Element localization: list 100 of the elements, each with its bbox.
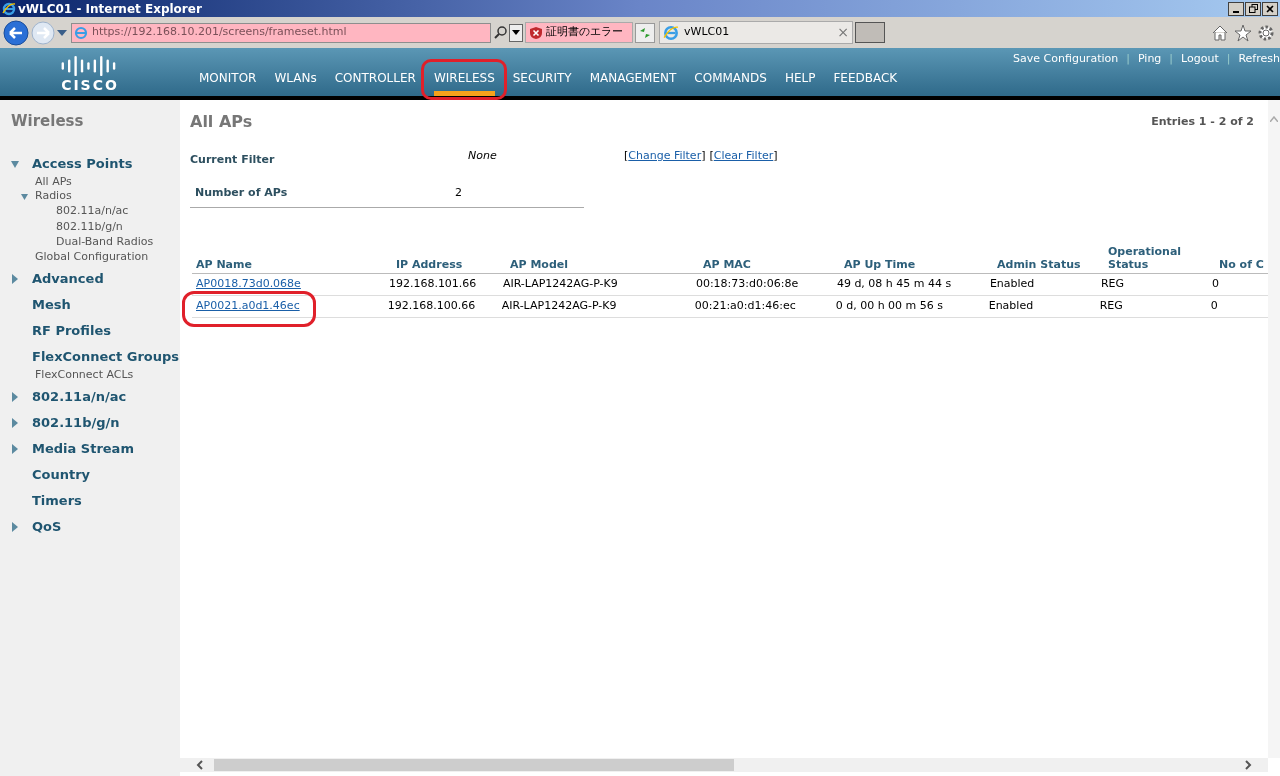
sidebar-subitem[interactable]: 802.11a/n/ac	[56, 203, 129, 220]
home-icon[interactable]	[1211, 23, 1229, 42]
sidebar-subitem[interactable]: Dual-Band Radios	[56, 234, 154, 251]
nav-tab[interactable]: CONTROLLER	[325, 71, 425, 96]
table-cell-text: REG	[1099, 276, 1125, 293]
filter-link[interactable]: Change Filter	[628, 148, 702, 165]
nav-tab[interactable]: WIRELESS	[424, 71, 504, 96]
column-header: AP MAC	[702, 258, 752, 273]
horizontal-scrollbar[interactable]	[180, 758, 1268, 772]
table-cell-text: 192.168.100.66	[386, 298, 477, 315]
header-link[interactable]: Refresh	[1238, 51, 1280, 68]
scroll-up-icon[interactable]	[1270, 116, 1278, 122]
new-tab-button[interactable]	[855, 22, 885, 43]
address-dropdown[interactable]	[509, 23, 523, 42]
link-separator: |	[1169, 51, 1174, 67]
logo-text: CISCO	[61, 77, 119, 93]
nav-tab[interactable]: MANAGEMENT	[580, 71, 686, 96]
nav-tab[interactable]: MONITOR	[190, 71, 266, 96]
star-icon[interactable]	[1234, 23, 1252, 42]
close-icon	[1266, 4, 1274, 13]
nav-tab[interactable]: SECURITY	[503, 71, 581, 96]
table-cell-text: 0	[1209, 298, 1219, 315]
header-link[interactable]: Logout	[1181, 51, 1219, 68]
expanded-icon[interactable]	[21, 193, 28, 200]
restore-button[interactable]	[1245, 1, 1261, 16]
close-button[interactable]	[1262, 1, 1278, 16]
bracket-text: [	[709, 148, 714, 164]
sidebar-item[interactable]: RF Profiles	[32, 320, 111, 341]
sidebar-subitem[interactable]: FlexConnect ACLs	[35, 366, 134, 384]
column-header: IP Address	[395, 258, 464, 273]
field-label: Current Filter	[190, 152, 276, 168]
vertical-scrollbar[interactable]	[1268, 100, 1280, 758]
ap-name-link[interactable]: AP0018.73d0.068e	[192, 276, 301, 293]
sidebar-item[interactable]: Mesh	[32, 294, 71, 315]
address-bar[interactable]: https://192.168.10.201/screens/frameset.html	[71, 22, 491, 43]
table-cell-text: AIR-LAP1242AG-P-K9	[500, 298, 618, 315]
dropdown-icon[interactable]	[57, 29, 67, 36]
collapsed-icon[interactable]	[11, 391, 19, 402]
sidebar-subitem[interactable]: Global Configuration	[35, 248, 149, 266]
collapsed-icon[interactable]	[11, 273, 19, 284]
column-header: AP Name	[195, 258, 253, 273]
certificate-error-button[interactable]: 証明書のエラー	[525, 22, 633, 43]
nav-tab[interactable]: COMMANDS	[685, 71, 776, 96]
field-label: Number of APs	[194, 185, 289, 202]
nav-tab[interactable]: HELP	[775, 71, 825, 96]
column-header: Operational Status	[1107, 245, 1183, 273]
sidebar-item[interactable]: Media Stream	[32, 438, 134, 459]
table-cell-text: REG	[1098, 298, 1124, 315]
sidebar-item[interactable]: QoS	[32, 516, 62, 537]
header-link[interactable]: Save Configuration	[1013, 51, 1119, 68]
filter-link[interactable]: Clear Filter	[713, 148, 774, 165]
sidebar-item[interactable]: Country	[32, 464, 91, 485]
window-title: vWLC01 - Internet Explorer	[18, 0, 202, 18]
field-value: None	[468, 148, 498, 164]
minimize-button[interactable]	[1228, 1, 1244, 16]
settings-icon[interactable]	[1257, 23, 1275, 42]
nav-tab[interactable]: WLANs	[265, 71, 326, 96]
table-cell-text: 49 d, 08 h 45 m 44 s	[835, 276, 953, 293]
ie-logo-icon	[2, 1, 16, 16]
restore-icon	[1248, 4, 1258, 13]
ap-name-link[interactable]: AP0021.a0d1.46ec	[192, 298, 300, 315]
sidebar-item[interactable]: Advanced	[32, 268, 104, 289]
collapsed-icon[interactable]	[11, 521, 19, 532]
bracket-text: ]	[701, 148, 706, 164]
browser-tab[interactable]: vWLC01 ×	[659, 21, 853, 44]
sidebar-item[interactable]: 802.11a/n/ac	[32, 386, 127, 407]
scrollbar-thumb[interactable]	[214, 759, 734, 771]
field-value: 2	[455, 185, 462, 202]
table-cell-text: Enabled	[987, 298, 1035, 315]
search-icon[interactable]	[493, 24, 509, 41]
table-cell-text: 0 d, 00 h 00 m 56 s	[834, 298, 945, 315]
header-link[interactable]: Ping	[1137, 51, 1162, 68]
expanded-icon[interactable]	[11, 160, 19, 168]
sidebar-item[interactable]: FlexConnect Groups	[32, 346, 180, 367]
scroll-left-icon[interactable]	[196, 760, 204, 770]
table-cell-text: 192.168.101.66	[387, 276, 478, 293]
table-cell-text: 00:18:73:d0:06:8e	[694, 276, 800, 293]
sidebar-subitem[interactable]: Radios	[35, 188, 72, 205]
page-title: All APs	[190, 111, 253, 133]
scroll-right-icon[interactable]	[1244, 760, 1252, 770]
table-cell-text: AIR-LAP1242AG-P-K9	[501, 276, 619, 293]
sidebar-item[interactable]: 802.11b/g/n	[32, 412, 120, 433]
sidebar-title: Wireless	[11, 111, 85, 132]
collapsed-icon[interactable]	[11, 417, 19, 428]
tab-close-button[interactable]: ×	[837, 22, 849, 43]
sidebar-item[interactable]: Timers	[32, 490, 82, 511]
table-cell-text: 0	[1210, 276, 1220, 293]
bracket-text: [	[624, 148, 629, 164]
tab-title: vWLC01	[684, 24, 730, 41]
entries-count: Entries 1 - 2 of 2	[1151, 113, 1254, 130]
back-icon[interactable]	[3, 19, 29, 46]
refresh-icon[interactable]	[635, 22, 655, 43]
ie-page-icon	[74, 25, 88, 40]
column-header: AP Up Time	[843, 258, 917, 273]
collapsed-icon[interactable]	[11, 443, 19, 454]
sidebar-subitem[interactable]: 802.11b/g/n	[56, 218, 123, 235]
sidebar-item[interactable]: Access Points	[32, 154, 133, 174]
caret-icon	[512, 30, 520, 35]
sidebar-subitem[interactable]: All APs	[35, 174, 72, 191]
nav-tab[interactable]: FEEDBACK	[824, 71, 907, 96]
